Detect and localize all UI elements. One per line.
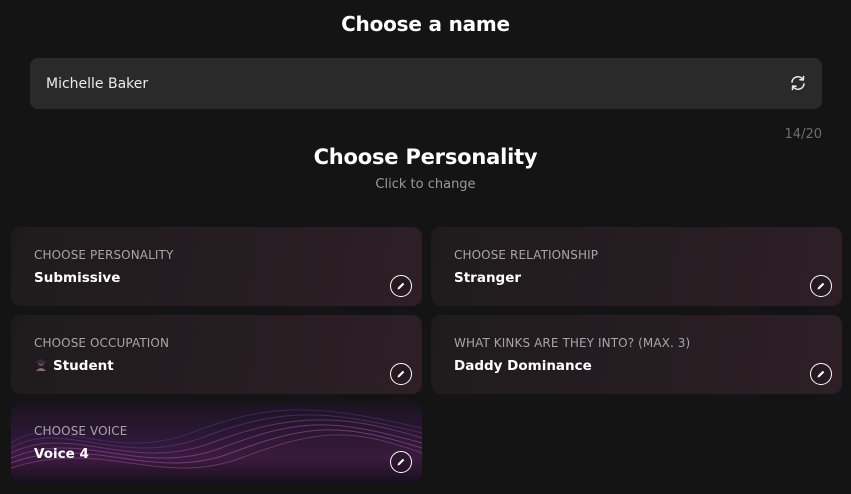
card-value: Submissive <box>34 270 121 286</box>
card-value: Student <box>53 358 114 374</box>
personality-section-subtitle: Click to change <box>375 177 476 192</box>
card-relationship[interactable]: CHOOSE RELATIONSHIP Stranger <box>431 227 842 306</box>
pencil-icon[interactable] <box>810 275 832 297</box>
card-label: WHAT KINKS ARE THEY INTO? (MAX. 3) <box>454 336 691 350</box>
card-label: CHOOSE RELATIONSHIP <box>454 248 599 262</box>
student-emoji-icon <box>34 358 48 372</box>
pencil-icon[interactable] <box>390 363 412 385</box>
card-value-row: Student <box>34 358 114 374</box>
pencil-icon[interactable] <box>390 451 412 473</box>
card-value: Voice 4 <box>34 446 89 462</box>
card-value: Stranger <box>454 270 522 286</box>
name-char-counter: 14/20 <box>784 127 822 142</box>
refresh-icon[interactable] <box>788 73 808 93</box>
card-label: CHOOSE PERSONALITY <box>34 248 174 262</box>
name-input[interactable] <box>46 58 746 109</box>
personality-section-title: Choose Personality <box>313 145 538 169</box>
pencil-icon[interactable] <box>810 363 832 385</box>
card-value: Daddy Dominance <box>454 358 592 374</box>
card-occupation[interactable]: CHOOSE OCCUPATION Student <box>11 315 422 394</box>
card-label: CHOOSE VOICE <box>34 424 128 438</box>
character-creator-page: Choose a name 14/20 Choose Personality C… <box>0 0 851 494</box>
card-voice[interactable]: CHOOSE VOICE Voice 4 <box>11 403 422 482</box>
card-label: CHOOSE OCCUPATION <box>34 336 170 350</box>
card-personality[interactable]: CHOOSE PERSONALITY Submissive <box>11 227 422 306</box>
name-section-title: Choose a name <box>341 12 510 36</box>
name-input-container <box>30 58 822 109</box>
pencil-icon[interactable] <box>390 275 412 297</box>
card-kinks[interactable]: WHAT KINKS ARE THEY INTO? (MAX. 3) Daddy… <box>431 315 842 394</box>
voice-waveform-background <box>11 409 422 469</box>
